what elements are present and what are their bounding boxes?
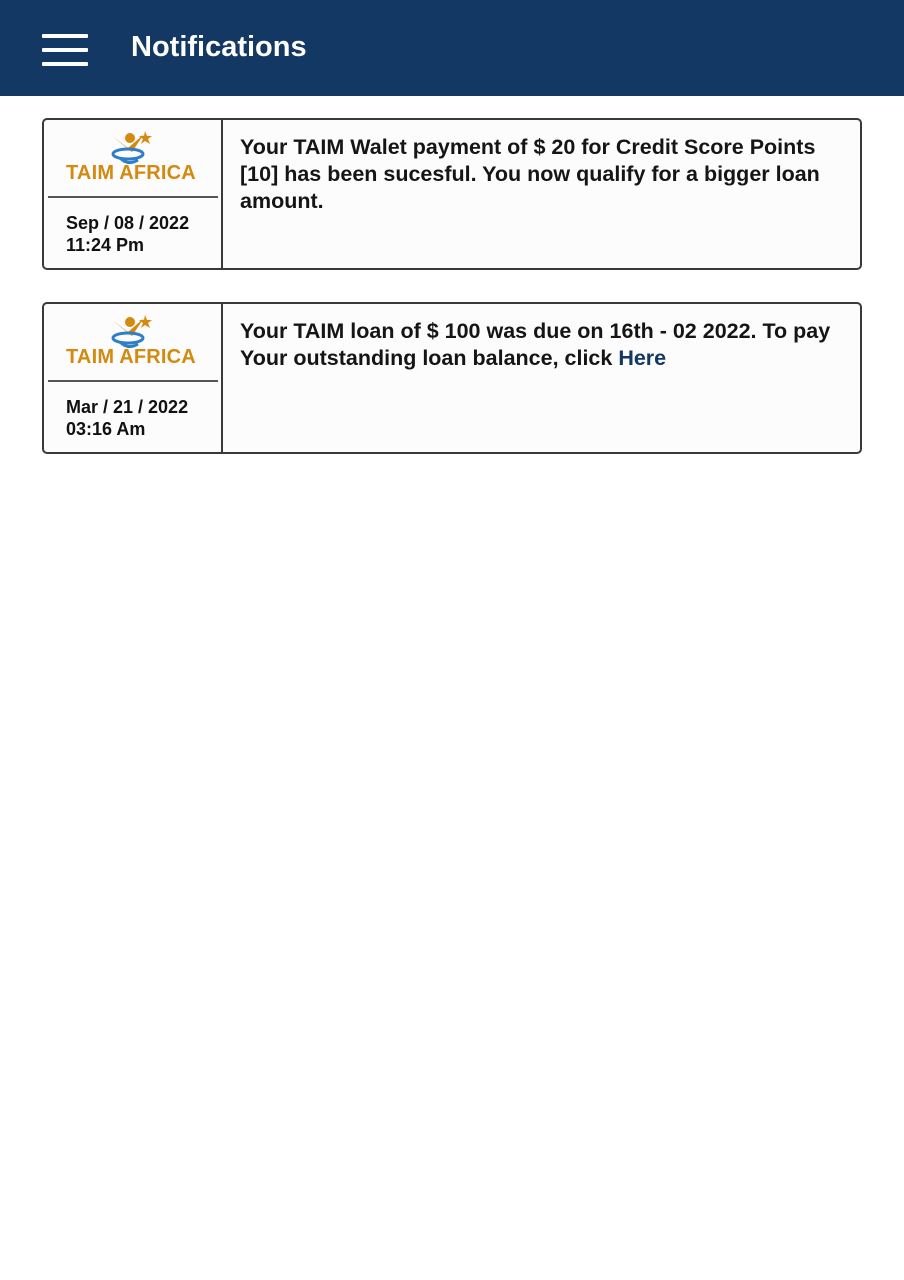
divider xyxy=(48,380,218,382)
hamburger-menu-icon[interactable] xyxy=(42,34,88,66)
notification-message: Your TAIM loan of $ 100 was due on 16th … xyxy=(240,318,850,372)
taim-africa-logo: TAIM AFRICA xyxy=(44,128,221,188)
notification-message-text: Your TAIM loan of $ 100 was due on 16th … xyxy=(240,319,831,370)
logo-text: TAIM AFRICA xyxy=(66,346,196,368)
notification-meta: TAIM AFRICA Sep / 08 / 2022 11:24 Pm xyxy=(44,120,223,268)
notification-date: Mar / 21 / 2022 xyxy=(66,397,189,417)
notification-card[interactable]: TAIM AFRICA Mar / 21 / 2022 03:16 Am You… xyxy=(42,302,862,454)
here-link[interactable]: Here xyxy=(618,346,666,370)
notification-time: 11:24 Pm xyxy=(66,235,145,255)
notification-date: Sep / 08 / 2022 xyxy=(66,213,190,233)
notification-timestamp: Mar / 21 / 2022 03:16 Am xyxy=(66,396,188,440)
notification-message: Your TAIM Walet payment of $ 20 for Cred… xyxy=(240,134,850,215)
notification-meta: TAIM AFRICA Mar / 21 / 2022 03:16 Am xyxy=(44,304,223,452)
notification-timestamp: Sep / 08 / 2022 11:24 Pm xyxy=(66,212,189,256)
app-bar: Notifications xyxy=(0,0,904,96)
notification-time: 03:16 Am xyxy=(66,419,146,439)
taim-africa-logo: TAIM AFRICA xyxy=(44,312,221,372)
page-title: Notifications xyxy=(131,31,307,63)
divider xyxy=(48,196,218,198)
logo-text: TAIM AFRICA xyxy=(66,162,196,184)
notification-card[interactable]: TAIM AFRICA Sep / 08 / 2022 11:24 Pm You… xyxy=(42,118,862,270)
notification-message-text: Your TAIM Walet payment of $ 20 for Cred… xyxy=(240,135,820,213)
